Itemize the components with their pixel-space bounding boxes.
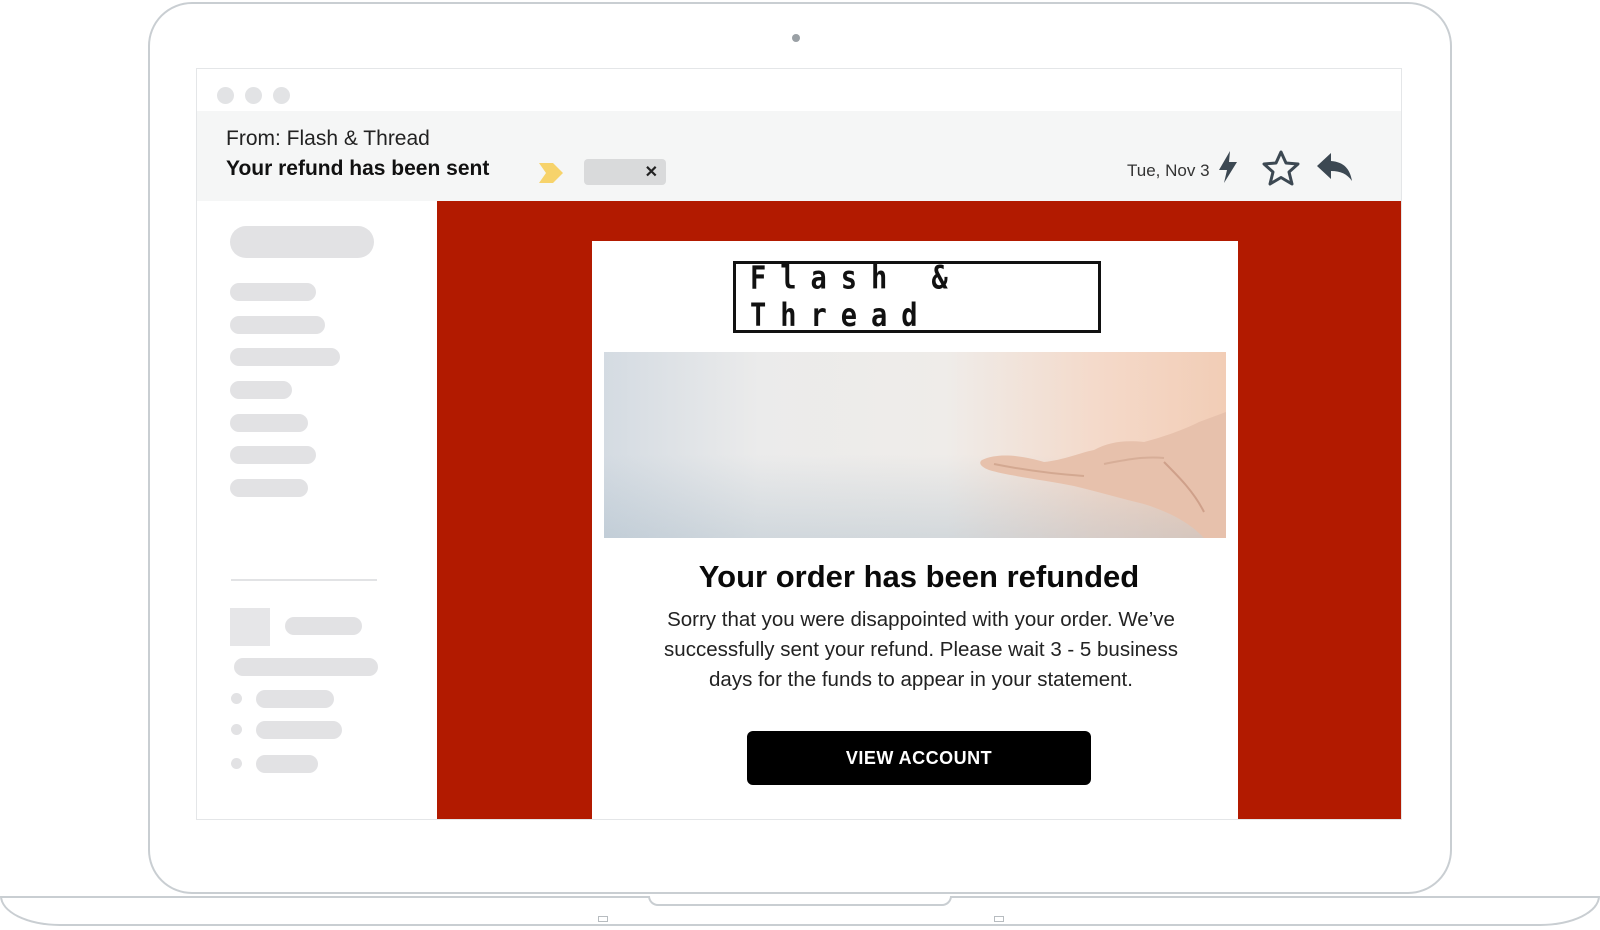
brand-logo-text: Flash & Thread bbox=[750, 259, 962, 335]
subject-line: Your refund has been sent bbox=[226, 157, 490, 180]
avatar-placeholder bbox=[230, 608, 270, 646]
star-icon[interactable] bbox=[1261, 150, 1301, 186]
message-header: From: Flash & Thread Your refund has bee… bbox=[197, 111, 1401, 201]
sidebar-item-placeholder[interactable] bbox=[230, 348, 340, 366]
port-right bbox=[994, 916, 1004, 922]
sidebar bbox=[197, 201, 437, 819]
list-bullet bbox=[231, 758, 242, 769]
hand-illustration bbox=[980, 412, 1226, 538]
brand-logo: Flash & Thread bbox=[733, 259, 1101, 335]
contact-detail-placeholder bbox=[234, 658, 378, 676]
contact-name-placeholder bbox=[285, 617, 362, 635]
message-date: Tue, Nov 3 bbox=[1127, 161, 1210, 180]
sidebar-item-placeholder[interactable] bbox=[230, 283, 316, 301]
window-close-dot[interactable] bbox=[217, 87, 234, 104]
compose-placeholder[interactable] bbox=[230, 226, 374, 258]
lightning-bolt-icon[interactable] bbox=[1217, 150, 1239, 184]
email-body-background: Flash & Thread Your order has been refun… bbox=[437, 201, 1401, 819]
laptop-base-notch bbox=[648, 896, 952, 906]
hero-image bbox=[604, 352, 1226, 538]
label-chip[interactable]: ✕ bbox=[584, 159, 666, 185]
sidebar-item-placeholder[interactable] bbox=[230, 316, 325, 334]
view-account-button[interactable]: VIEW ACCOUNT bbox=[747, 731, 1091, 785]
port-left bbox=[598, 916, 608, 922]
email-card: Flash & Thread Your order has been refun… bbox=[592, 241, 1238, 819]
reply-icon[interactable] bbox=[1315, 150, 1355, 184]
list-item-placeholder[interactable] bbox=[256, 755, 318, 773]
sidebar-item-placeholder[interactable] bbox=[230, 381, 292, 399]
window-maximize-dot[interactable] bbox=[273, 87, 290, 104]
camera-dot bbox=[792, 34, 800, 42]
tag-arrow-icon bbox=[539, 163, 563, 183]
email-headline: Your order has been refunded bbox=[698, 559, 1140, 594]
sender-line: From: Flash & Thread bbox=[226, 127, 430, 150]
mail-window: From: Flash & Thread Your refund has bee… bbox=[196, 68, 1402, 820]
sidebar-item-placeholder[interactable] bbox=[230, 479, 308, 497]
window-minimize-dot[interactable] bbox=[245, 87, 262, 104]
sidebar-item-placeholder[interactable] bbox=[230, 446, 316, 464]
sidebar-item-placeholder[interactable] bbox=[230, 414, 308, 432]
list-bullet bbox=[231, 724, 242, 735]
sidebar-divider bbox=[231, 579, 377, 581]
list-item-placeholder[interactable] bbox=[256, 721, 342, 739]
email-body-text: Sorry that you were disappointed with yo… bbox=[664, 608, 1178, 691]
list-bullet bbox=[231, 693, 242, 704]
close-icon[interactable]: ✕ bbox=[645, 162, 658, 182]
list-item-placeholder[interactable] bbox=[256, 690, 334, 708]
